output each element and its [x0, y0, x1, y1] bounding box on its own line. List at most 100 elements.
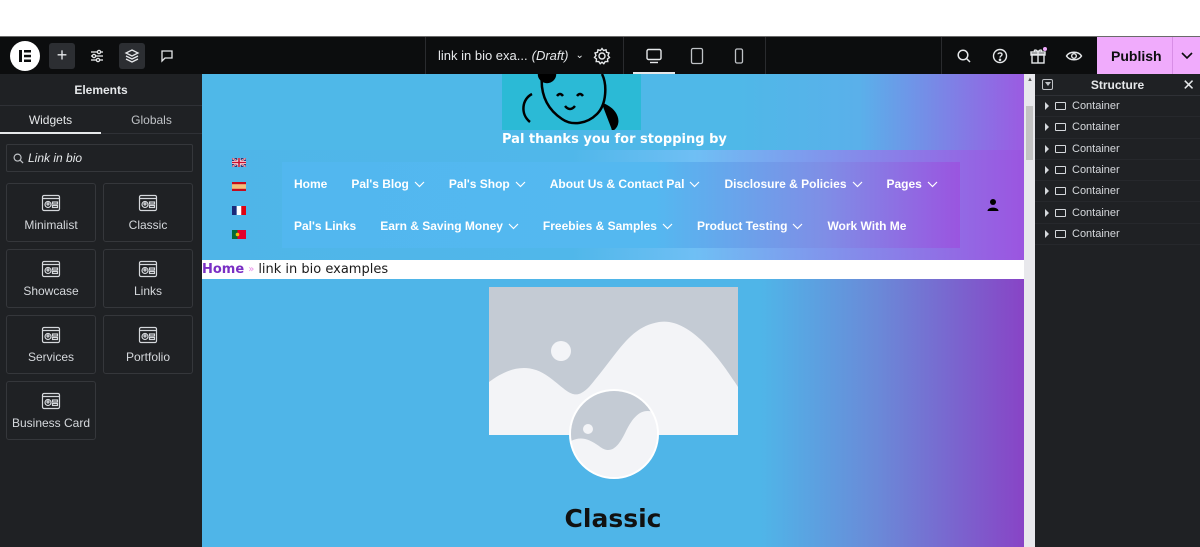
- page-settings-button[interactable]: [592, 46, 612, 66]
- add-element-button[interactable]: +: [49, 42, 75, 69]
- browser-blank-area: [0, 0, 1200, 36]
- nav-item-freebies-samples[interactable]: Freebies & Samples: [543, 219, 673, 233]
- link-in-bio-widget-icon: [41, 260, 61, 277]
- chevron-down-icon: [414, 181, 425, 187]
- uk-flag-icon[interactable]: [232, 158, 246, 167]
- notes-button[interactable]: [154, 43, 180, 69]
- structure-item-container[interactable]: Container: [1035, 117, 1200, 139]
- widget-minimalist[interactable]: Minimalist: [6, 183, 96, 242]
- main-navigation: Home Pal's Blog Pal's Shop About Us & Conta…: [282, 162, 960, 248]
- chevron-down-icon: [852, 181, 862, 187]
- widget-links[interactable]: Links: [103, 249, 193, 308]
- widget-classic[interactable]: Classic: [103, 183, 193, 242]
- widget-search-input[interactable]: [28, 151, 188, 165]
- site-logo-image[interactable]: [502, 74, 641, 130]
- widget-label: Classic: [128, 217, 168, 232]
- help-button[interactable]: [990, 46, 1010, 66]
- nav-item-pal-s-blog[interactable]: Pal's Blog: [351, 177, 425, 191]
- comment-icon: [161, 49, 173, 63]
- structure-item-label: Container: [1072, 121, 1120, 134]
- tab-widgets[interactable]: Widgets: [0, 106, 101, 134]
- nav-item-pages[interactable]: Pages: [887, 177, 938, 191]
- container-icon: [1055, 123, 1066, 132]
- structure-item-container[interactable]: Container: [1035, 181, 1200, 203]
- publish-button[interactable]: Publish: [1097, 37, 1200, 74]
- structure-item-label: Container: [1072, 227, 1120, 240]
- caret-right-icon[interactable]: [1045, 208, 1049, 217]
- nav-item-earn-saving-money[interactable]: Earn & Saving Money: [380, 219, 519, 233]
- structure-item-label: Container: [1072, 206, 1120, 219]
- mobile-icon: [734, 48, 744, 64]
- widget-title: Classic: [564, 504, 662, 533]
- structure-item-container[interactable]: Container: [1035, 160, 1200, 182]
- finder-button[interactable]: [954, 46, 974, 66]
- preview-canvas[interactable]: Pal thanks you for stopping by Home Pal's…: [202, 74, 1024, 547]
- widget-services[interactable]: Services: [6, 315, 96, 374]
- link-in-bio-widget-icon: [41, 326, 61, 343]
- nav-item-disclosure-policies[interactable]: Disclosure & Policies: [724, 177, 862, 191]
- elements-panel: Elements Widgets Globals Minimalist Class…: [0, 74, 202, 547]
- nav-item-label: Pages: [886, 177, 922, 191]
- portugal-flag-icon[interactable]: [232, 230, 246, 239]
- nav-item-label: Freebies & Samples: [542, 219, 657, 233]
- chevron-down-icon: [690, 181, 700, 187]
- caret-right-icon[interactable]: [1045, 166, 1049, 175]
- chevron-down-icon: [508, 223, 519, 229]
- nav-item-product-testing[interactable]: Product Testing: [697, 219, 803, 233]
- nav-item-pal-s-links[interactable]: Pal's Links: [294, 219, 356, 233]
- publish-label: Publish: [1111, 47, 1162, 64]
- widget-search[interactable]: [6, 144, 193, 172]
- editor-topbar: + link in bio exa... (Draft) ⌄ Publish: [0, 36, 1200, 74]
- nav-item-work-with-me[interactable]: Work With Me: [827, 219, 906, 233]
- structure-item-container[interactable]: Container: [1035, 96, 1200, 118]
- link-in-bio-widget-icon: [138, 260, 158, 277]
- structure-item-container[interactable]: Container: [1035, 224, 1200, 246]
- caret-right-icon[interactable]: [1045, 123, 1049, 132]
- structure-item-container[interactable]: Container: [1035, 202, 1200, 224]
- structure-item-label: Container: [1072, 185, 1120, 198]
- container-icon: [1055, 229, 1066, 238]
- profile-image-placeholder[interactable]: [569, 389, 659, 479]
- chevron-down-icon: [793, 223, 803, 229]
- layers-icon: [124, 48, 140, 63]
- scrollbar-thumb[interactable]: [1026, 106, 1033, 160]
- desktop-view-button[interactable]: [643, 45, 665, 67]
- sliders-icon: [91, 49, 103, 62]
- breadcrumb-home-link[interactable]: Home: [202, 262, 244, 277]
- nav-item-about-us-contact-pal[interactable]: About Us & Contact Pal: [550, 177, 701, 191]
- help-icon: [992, 48, 1008, 64]
- container-icon: [1055, 102, 1066, 111]
- structure-item-container[interactable]: Container: [1035, 139, 1200, 160]
- structure-item-label: Container: [1072, 100, 1120, 113]
- cat-logo-icon: [522, 74, 619, 130]
- nav-item-home[interactable]: Home: [294, 177, 327, 191]
- document-title-dropdown[interactable]: link in bio exa... (Draft) ⌄: [438, 37, 584, 74]
- chevron-down-icon[interactable]: [1180, 48, 1194, 62]
- widget-label: Links: [133, 283, 162, 298]
- user-account-icon[interactable]: [986, 198, 1000, 212]
- whats-new-button[interactable]: [1028, 46, 1048, 66]
- spain-flag-icon[interactable]: [232, 182, 246, 191]
- widget-business-card[interactable]: Business Card: [6, 381, 96, 440]
- nav-item-pal-s-shop[interactable]: Pal's Shop: [449, 177, 526, 191]
- france-flag-icon[interactable]: [232, 206, 246, 215]
- panel-title: Elements: [0, 74, 202, 106]
- tablet-view-button[interactable]: [686, 45, 708, 67]
- widget-showcase[interactable]: Showcase: [6, 249, 96, 308]
- nav-item-label: Disclosure & Policies: [724, 177, 847, 191]
- canvas-scrollbar[interactable]: ▲: [1024, 74, 1035, 547]
- caret-right-icon[interactable]: [1045, 187, 1049, 196]
- close-icon[interactable]: ✕: [1182, 76, 1195, 94]
- preview-button[interactable]: [1064, 46, 1084, 66]
- elementor-logo[interactable]: [10, 40, 40, 71]
- mobile-view-button[interactable]: [728, 45, 750, 67]
- widget-portfolio[interactable]: Portfolio: [103, 315, 193, 374]
- structure-button[interactable]: [119, 42, 145, 69]
- caret-right-icon[interactable]: [1045, 229, 1049, 238]
- tab-globals[interactable]: Globals: [101, 106, 202, 133]
- site-settings-button[interactable]: [84, 43, 110, 69]
- caret-right-icon[interactable]: [1045, 102, 1049, 111]
- scroll-up-arrow-icon[interactable]: ▲: [1027, 77, 1033, 83]
- link-in-bio-widget-icon: [41, 392, 61, 409]
- caret-right-icon[interactable]: [1045, 144, 1049, 153]
